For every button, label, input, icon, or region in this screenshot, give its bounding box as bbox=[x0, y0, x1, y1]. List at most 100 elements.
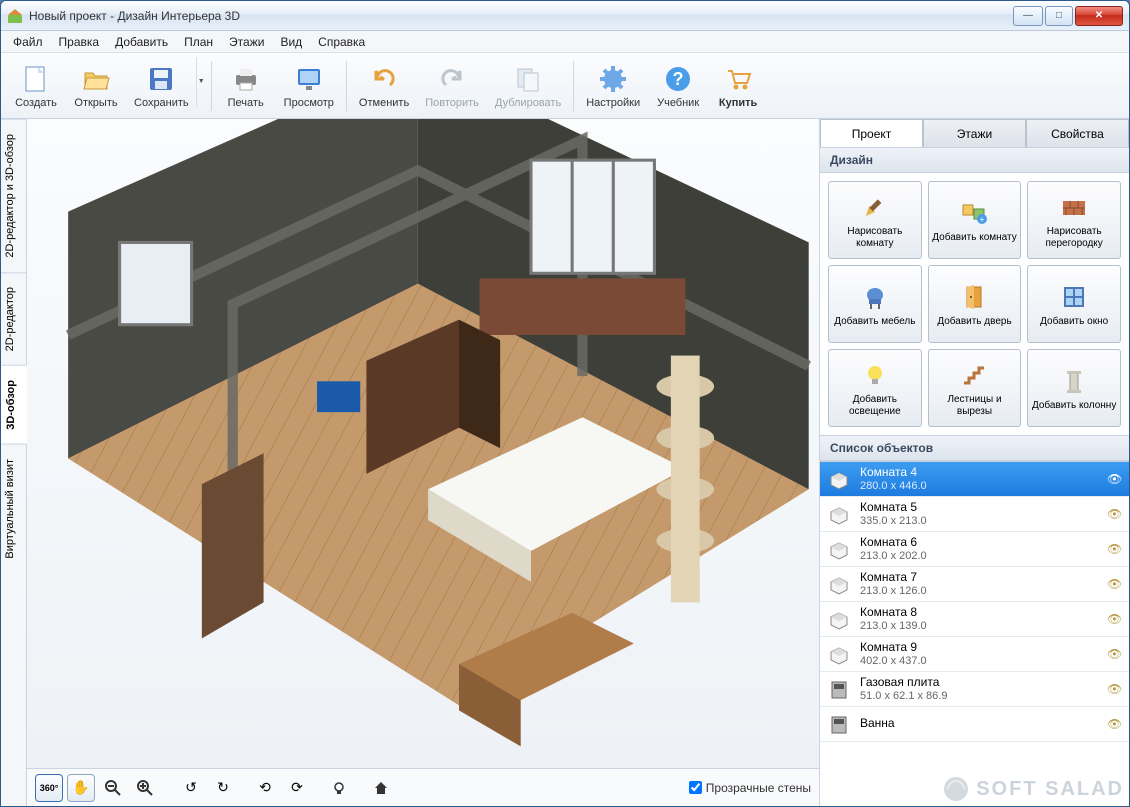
visibility-icon[interactable]: 👁 bbox=[1107, 507, 1123, 521]
add-window-button[interactable]: Добавить окно bbox=[1027, 265, 1121, 343]
pan-button[interactable]: ✋ bbox=[67, 774, 95, 802]
visibility-icon[interactable]: 👁 bbox=[1107, 647, 1123, 661]
add-furniture-button[interactable]: Добавить мебель bbox=[828, 265, 922, 343]
svg-text:?: ? bbox=[673, 69, 684, 89]
orbit-left-button[interactable]: ⟲ bbox=[251, 774, 279, 802]
menu-plan[interactable]: План bbox=[176, 33, 221, 51]
rotate-cw-button[interactable]: ↻ bbox=[209, 774, 237, 802]
add-column-button[interactable]: Добавить колонну bbox=[1027, 349, 1121, 427]
object-dimensions: 402.0 x 437.0 bbox=[860, 655, 1099, 667]
vtab-2d[interactable]: 2D-редактор bbox=[1, 272, 26, 365]
object-row[interactable]: Комната 4280.0 x 446.0 👁 bbox=[820, 462, 1129, 497]
design-section-header: Дизайн bbox=[820, 147, 1129, 173]
object-row[interactable]: Газовая плита51.0 x 62.1 x 86.9👁 bbox=[820, 672, 1129, 707]
new-file-icon bbox=[20, 63, 52, 95]
visibility-icon[interactable]: 👁 bbox=[1107, 612, 1123, 626]
menu-help[interactable]: Справка bbox=[310, 33, 373, 51]
separator bbox=[346, 61, 347, 111]
visibility-icon[interactable]: 👁 bbox=[1107, 717, 1123, 731]
menu-view[interactable]: Вид bbox=[272, 33, 310, 51]
duplicate-button[interactable]: Дублировать bbox=[488, 57, 568, 115]
gear-icon bbox=[597, 63, 629, 95]
maximize-button[interactable]: □ bbox=[1045, 6, 1073, 26]
preview-button[interactable]: Просмотр bbox=[277, 57, 341, 115]
light-toggle-button[interactable] bbox=[325, 774, 353, 802]
pencil-icon bbox=[859, 191, 891, 223]
object-list[interactable]: Комната 4280.0 x 446.0👁Комната 5335.0 x … bbox=[820, 461, 1129, 806]
right-panel: Проект Этажи Свойства Дизайн Нарисовать … bbox=[819, 119, 1129, 806]
item-icon bbox=[826, 676, 852, 702]
visibility-icon[interactable]: 👁 bbox=[1107, 542, 1123, 556]
zoom-out-button[interactable] bbox=[99, 774, 127, 802]
minimize-button[interactable]: — bbox=[1013, 6, 1043, 26]
menu-floors[interactable]: Этажи bbox=[221, 33, 272, 51]
create-button[interactable]: Создать bbox=[7, 57, 65, 115]
3d-canvas[interactable] bbox=[27, 119, 819, 768]
close-button[interactable]: ✕ bbox=[1075, 6, 1123, 26]
draw-wall-button[interactable]: Нарисовать перегородку bbox=[1027, 181, 1121, 259]
object-row[interactable]: Комната 5335.0 x 213.0 👁 bbox=[820, 497, 1129, 532]
item-icon bbox=[826, 711, 852, 737]
right-tabs: Проект Этажи Свойства bbox=[820, 119, 1129, 147]
object-row[interactable]: Ванна👁 bbox=[820, 707, 1129, 742]
tab-properties[interactable]: Свойства bbox=[1026, 119, 1129, 147]
save-dropdown[interactable]: ▼ bbox=[196, 57, 206, 107]
settings-button[interactable]: Настройки bbox=[579, 57, 647, 115]
object-dimensions: 335.0 x 213.0 bbox=[860, 515, 1099, 527]
home-view-button[interactable] bbox=[367, 774, 395, 802]
menu-add[interactable]: Добавить bbox=[107, 33, 176, 51]
buy-button[interactable]: Купить bbox=[709, 57, 767, 115]
window-icon bbox=[1058, 281, 1090, 313]
svg-text:+: + bbox=[980, 215, 985, 224]
object-row[interactable]: Комната 8213.0 x 139.0👁 bbox=[820, 602, 1129, 637]
menu-file[interactable]: Файл bbox=[5, 33, 51, 51]
vtab-virtual[interactable]: Виртуальный визит bbox=[1, 444, 26, 573]
room-icon bbox=[826, 536, 852, 562]
save-button[interactable]: Сохранить bbox=[127, 57, 196, 115]
object-name: Комната 7 bbox=[860, 571, 1099, 584]
viewport-toolbar: 360° ✋ ↺ ↻ ⟲ ⟳ Прозрачные стены bbox=[27, 768, 819, 806]
vtab-2d3d[interactable]: 2D-редактор и 3D-обзор bbox=[1, 119, 26, 272]
object-row[interactable]: Комната 7213.0 x 126.0👁 bbox=[820, 567, 1129, 602]
redo-button[interactable]: Повторить bbox=[418, 57, 486, 115]
tab-floors[interactable]: Этажи bbox=[923, 119, 1026, 147]
undo-button[interactable]: Отменить bbox=[352, 57, 416, 115]
zoom-in-button[interactable] bbox=[131, 774, 159, 802]
brick-icon bbox=[1058, 191, 1090, 223]
view-360-button[interactable]: 360° bbox=[35, 774, 63, 802]
object-row[interactable]: Комната 6213.0 x 202.0👁 bbox=[820, 532, 1129, 567]
tutorial-button[interactable]: ?Учебник bbox=[649, 57, 707, 115]
add-door-button[interactable]: Добавить дверь bbox=[928, 265, 1022, 343]
tab-project[interactable]: Проект bbox=[820, 119, 923, 147]
room-icon bbox=[826, 501, 852, 527]
orbit-right-button[interactable]: ⟳ bbox=[283, 774, 311, 802]
open-button[interactable]: Открыть bbox=[67, 57, 125, 115]
object-name: Комната 4 bbox=[860, 466, 1099, 479]
separator bbox=[573, 61, 574, 111]
object-name: Комната 6 bbox=[860, 536, 1099, 549]
object-name: Комната 5 bbox=[860, 501, 1099, 514]
print-button[interactable]: Печать bbox=[217, 57, 275, 115]
add-room-button[interactable]: +Добавить комнату bbox=[928, 181, 1022, 259]
stairs-icon bbox=[958, 359, 990, 391]
visibility-icon[interactable]: 👁 bbox=[1107, 682, 1123, 696]
stairs-button[interactable]: Лестницы и вырезы bbox=[928, 349, 1022, 427]
object-row[interactable]: Комната 9402.0 x 437.0👁 bbox=[820, 637, 1129, 672]
add-light-button[interactable]: Добавить освещение bbox=[828, 349, 922, 427]
room-icon bbox=[826, 466, 852, 492]
toolbar: Создать Открыть Сохранить▼ Печать Просмо… bbox=[1, 53, 1129, 119]
transparent-walls-checkbox[interactable]: Прозрачные стены bbox=[689, 781, 811, 795]
menu-edit[interactable]: Правка bbox=[51, 33, 108, 51]
visibility-icon[interactable]: 👁 bbox=[1107, 472, 1123, 486]
visibility-icon[interactable]: 👁 bbox=[1107, 577, 1123, 591]
monitor-icon bbox=[293, 63, 325, 95]
object-dimensions: 280.0 x 446.0 bbox=[860, 480, 1099, 492]
titlebar: Новый проект - Дизайн Интерьера 3D — □ ✕ bbox=[1, 1, 1129, 31]
help-icon: ? bbox=[662, 63, 694, 95]
object-dimensions: 213.0 x 139.0 bbox=[860, 620, 1099, 632]
separator bbox=[211, 61, 212, 111]
vtab-3d[interactable]: 3D-обзор bbox=[1, 365, 27, 444]
door-icon bbox=[958, 281, 990, 313]
rotate-ccw-button[interactable]: ↺ bbox=[177, 774, 205, 802]
draw-room-button[interactable]: Нарисовать комнату bbox=[828, 181, 922, 259]
